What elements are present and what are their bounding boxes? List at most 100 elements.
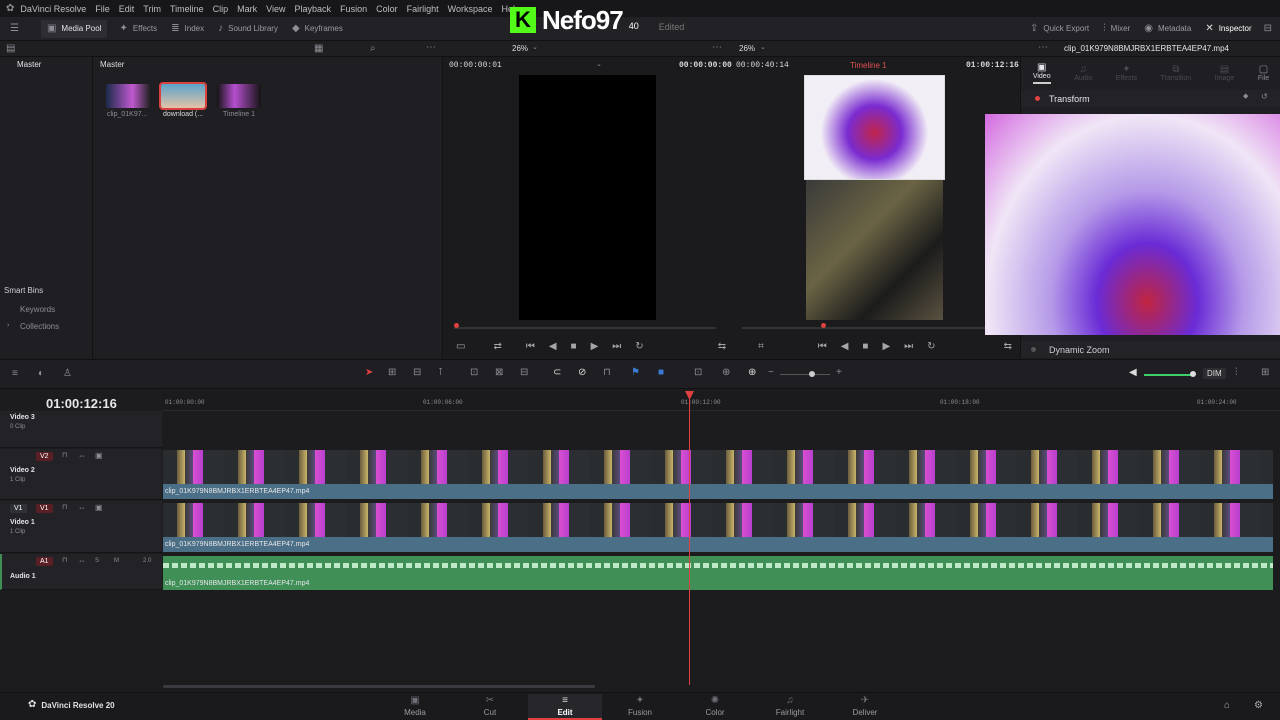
timeline-scrollbar[interactable] <box>163 685 595 688</box>
snapping-icon[interactable]: ⊂ <box>553 368 561 378</box>
collapse-icon[interactable]: ⊟ <box>1264 23 1272 34</box>
go-to-end-icon[interactable]: ⏭ <box>612 341 621 352</box>
track-header-video1[interactable]: V1 V1 ⊓ ⇔ ▣ Video 1 1 Clip <box>0 501 162 553</box>
crop-icon[interactable]: ⌗ <box>758 341 764 352</box>
home-icon[interactable]: ⌂ <box>1224 701 1230 711</box>
more-options-icon[interactable]: ⋯ <box>426 43 436 53</box>
tab-audio[interactable]: ♫ Audio <box>1074 64 1092 82</box>
tab-effects[interactable]: ✦ Effects <box>1116 64 1137 82</box>
menu-fairlight[interactable]: Fairlight <box>407 4 439 14</box>
go-to-start-icon[interactable]: ⏮ <box>526 341 535 352</box>
tl-go-to-end-icon[interactable]: ⏭ <box>904 341 913 352</box>
track-tag-a1[interactable]: A1 <box>36 557 53 566</box>
detail-zoom-icon[interactable]: ⊕ <box>722 368 730 378</box>
page-tab-edit[interactable]: ≡ Edit <box>528 694 602 720</box>
loop-icon[interactable]: ↻ <box>635 341 643 352</box>
full-extent-zoom-icon[interactable]: ⊡ <box>694 368 702 378</box>
insert-clip-icon[interactable]: ⊡ <box>470 368 478 378</box>
link-icon[interactable]: ⊘ <box>578 368 586 378</box>
clip-thumbnail[interactable] <box>106 84 150 108</box>
timeline-zoom-dropdown-icon[interactable]: ⌄ <box>760 44 766 51</box>
sound-library-button[interactable]: ♪ Sound Library <box>218 23 278 34</box>
page-tab-cut[interactable]: ✂ Cut <box>453 694 527 720</box>
track-tag-v2[interactable]: V2 <box>36 452 53 461</box>
tab-transition[interactable]: ⧉ Transition <box>1161 64 1191 82</box>
grid-view-icon[interactable]: ▦ <box>314 44 323 54</box>
match-frame-icon[interactable]: ⇆ <box>718 341 726 352</box>
menu-color[interactable]: Color <box>376 4 398 14</box>
dynamic-zoom-section[interactable]: Dynamic Zoom <box>1021 341 1280 358</box>
menu-playback[interactable]: Playback <box>295 4 332 14</box>
index-button[interactable]: ≣ Index <box>171 23 204 34</box>
effects-button[interactable]: ✦ Effects <box>119 23 157 34</box>
keyframes-button[interactable]: ◆ Keyframes <box>292 23 343 34</box>
mic-icon[interactable]: ♙ <box>63 369 72 379</box>
auto-select-v1-icon[interactable]: ⇔ <box>78 504 86 512</box>
dynamic-zoom-dot[interactable] <box>1031 347 1036 352</box>
zoom-slider-handle[interactable] <box>809 371 815 377</box>
video2-clip-frames[interactable] <box>163 450 1273 484</box>
dynamic-trim-icon[interactable]: ⊟ <box>413 368 421 378</box>
volume-slider[interactable] <box>1144 374 1194 376</box>
flag-icon[interactable]: ⚑ <box>631 368 640 378</box>
mute-a1-button[interactable]: M <box>114 558 119 564</box>
dim-button[interactable]: DIM <box>1203 368 1226 379</box>
zoom-dropdown-icon[interactable]: ⌄ <box>532 44 538 51</box>
keyframe-diamond-icon[interactable]: ◆ <box>1243 93 1248 100</box>
tl-loop-icon[interactable]: ↻ <box>927 341 935 352</box>
tl-play-reverse-icon[interactable]: ◀ <box>841 341 849 352</box>
lock-track-a1-icon[interactable]: ⊓ <box>62 557 67 564</box>
menu-mark[interactable]: Mark <box>237 4 257 14</box>
play-icon[interactable]: ▶ <box>591 341 599 352</box>
timeline-scrub-playhead[interactable] <box>821 323 826 328</box>
media-pool-button[interactable]: ▣ Media Pool <box>40 19 108 38</box>
track-header-video3[interactable]: Video 3 0 Clip <box>0 411 162 448</box>
reset-icon[interactable]: ↺ <box>1261 93 1268 101</box>
marker-icon[interactable]: ■ <box>658 368 664 378</box>
page-tab-fairlight[interactable]: ♫ Fairlight <box>753 694 827 720</box>
track-tag-v1[interactable]: V1 <box>36 504 53 513</box>
menu-file[interactable]: File <box>95 4 110 14</box>
page-tab-fusion[interactable]: ✦ Fusion <box>603 694 677 720</box>
transform-enabled-dot[interactable] <box>1035 96 1040 101</box>
inspector-button[interactable]: ✕ Inspector <box>1205 23 1251 34</box>
snap-icon[interactable]: ◐ <box>38 369 44 379</box>
video-toggle-v2-icon[interactable]: ▣ <box>95 452 103 460</box>
source-more-icon[interactable]: ⋯ <box>712 43 722 53</box>
source-viewmode-icon[interactable]: ▭ <box>456 341 465 352</box>
transform-section[interactable]: Transform ◆ ↺ <box>1021 90 1280 107</box>
replace-clip-icon[interactable]: ⊟ <box>520 368 528 378</box>
timeline-zoom[interactable]: 26% <box>739 44 755 53</box>
menu-clip[interactable]: Clip <box>213 4 229 14</box>
audio-meters-icon[interactable]: ⫶ <box>1235 368 1238 378</box>
timeline-more-icon[interactable]: ⋯ <box>1038 43 1048 53</box>
track-header-audio1[interactable]: A1 ⊓ ⇔ S M 2.0 Audio 1 <box>0 554 162 590</box>
chevron-right-icon[interactable]: › <box>7 322 9 329</box>
timeline-ruler[interactable]: 01:00:00:00 01:00:06:00 01:00:12:00 01:0… <box>163 391 1280 411</box>
video2-clip-bar[interactable] <box>163 484 1273 499</box>
menu-workspace[interactable]: Workspace <box>448 4 493 14</box>
mixer-button[interactable]: ⫶ Mixer <box>1103 23 1130 34</box>
custom-zoom-icon[interactable]: ⊕ <box>748 368 756 378</box>
keywords-bin[interactable]: Keywords <box>20 305 55 314</box>
audio1-clip[interactable] <box>163 556 1273 590</box>
source-scrub-bar[interactable] <box>454 327 716 329</box>
timeline-thumbnail[interactable] <box>217 84 261 108</box>
tl-play-icon[interactable]: ▶ <box>882 341 890 352</box>
lock-icon[interactable]: ⊓ <box>603 368 611 378</box>
video1-clip-frames[interactable] <box>163 503 1273 537</box>
video1-clip-bar[interactable] <box>163 537 1273 552</box>
timeline-playhead[interactable] <box>689 391 690 685</box>
page-tab-media[interactable]: ▣ Media <box>378 694 452 720</box>
zoom-out-icon[interactable]: − <box>768 368 774 378</box>
timeline-scrub-bar[interactable] <box>742 327 1019 329</box>
blade-tool-icon[interactable]: ⊺ <box>438 368 443 378</box>
panel-toggle-icon[interactable]: ☰ <box>10 23 19 34</box>
metadata-button[interactable]: ◉ Metadata <box>1144 23 1191 34</box>
tl-match-frame-icon[interactable]: ⇆ <box>1004 341 1012 352</box>
menu-trim[interactable]: Trim <box>143 4 161 14</box>
timeline-viewer-bottom[interactable] <box>806 180 943 320</box>
auto-select-v2-icon[interactable]: ⇔ <box>78 452 86 460</box>
lock-track-v1-icon[interactable]: ⊓ <box>62 504 67 511</box>
tab-file[interactable]: ▢ File <box>1258 64 1269 82</box>
